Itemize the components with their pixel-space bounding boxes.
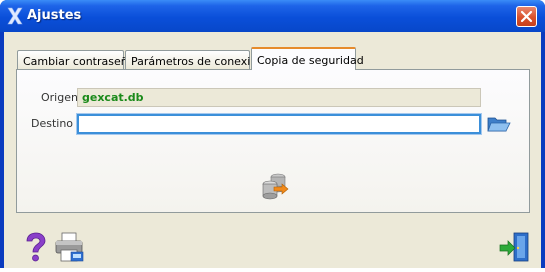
exit-door-icon[interactable] (498, 231, 532, 263)
title-bar[interactable]: Ajustes (0, 0, 545, 32)
tab-label: Parámetros de conexión (131, 55, 265, 68)
origen-label: Origen (41, 91, 78, 104)
window-title: Ajustes (27, 8, 82, 23)
tab-label: Copia de seguridad (257, 54, 364, 67)
origen-field: gexcat.db (77, 88, 481, 107)
close-button[interactable] (516, 6, 537, 27)
tab-cambiar-contrasena[interactable]: Cambiar contraseña (17, 50, 134, 69)
tab-copia-seguridad[interactable]: Copia de seguridad (251, 47, 364, 70)
database-backup-icon[interactable] (260, 171, 290, 201)
origen-value: gexcat.db (82, 91, 144, 104)
help-question-icon[interactable] (23, 232, 49, 262)
settings-window: Ajustes Cambiar contraseña Parámetros de… (0, 0, 545, 268)
tab-parametros-conexion[interactable]: Parámetros de conexión (125, 50, 264, 69)
dialog-body: Cambiar contraseña Parámetros de conexió… (4, 32, 541, 268)
app-x-icon (7, 7, 23, 25)
tab-label: Cambiar contraseña (23, 55, 135, 68)
folder-open-icon[interactable] (487, 114, 511, 134)
destino-input[interactable] (77, 114, 481, 134)
destino-label: Destino (31, 117, 74, 130)
printer-icon[interactable] (53, 231, 85, 263)
backup-panel: Origen gexcat.db Destino (16, 69, 530, 213)
close-icon (520, 10, 533, 23)
